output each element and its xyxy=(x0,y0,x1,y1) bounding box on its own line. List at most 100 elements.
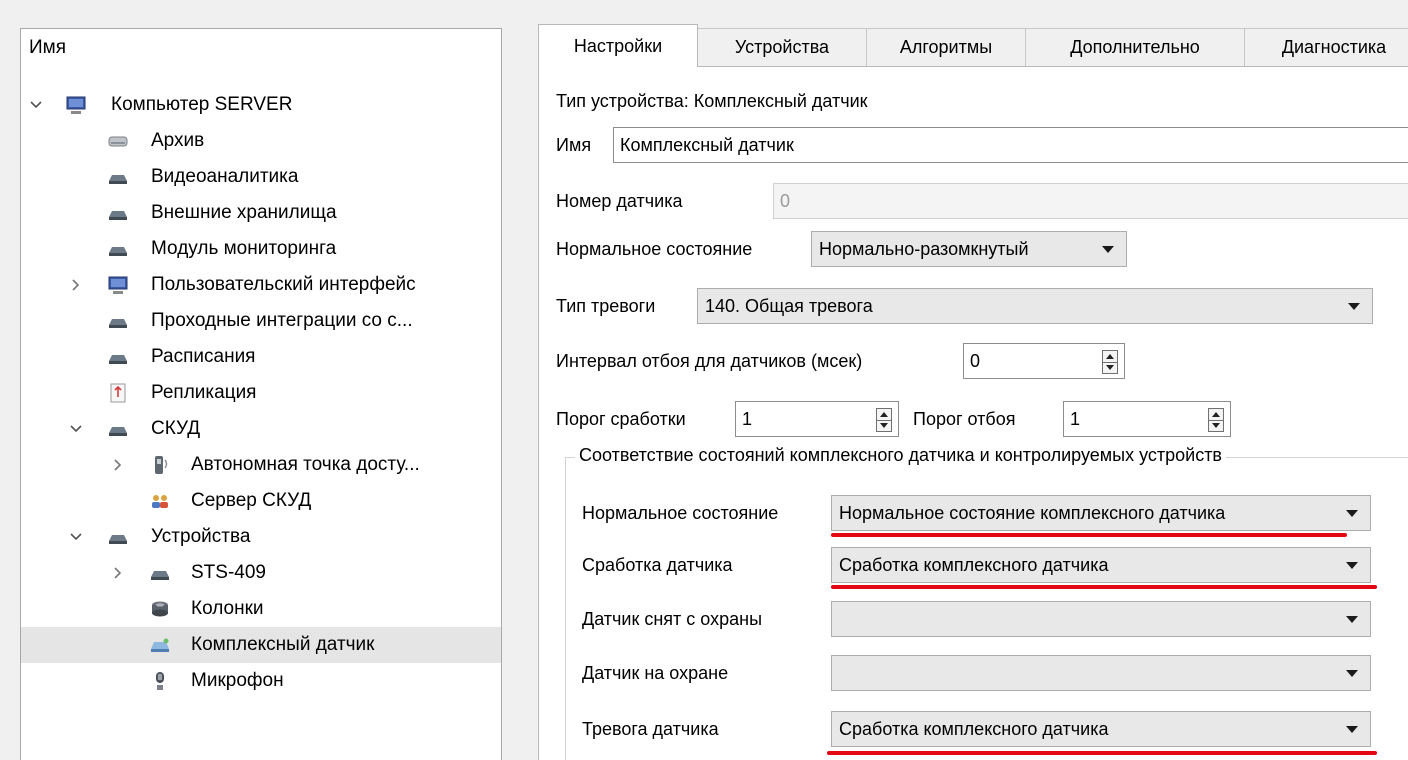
normal-state-label: Нормальное состояние xyxy=(556,239,753,259)
normal-state-value: Нормально-разомкнутый xyxy=(819,238,1029,259)
module-icon xyxy=(107,238,129,260)
mapping-normal-state-label: Нормальное состояние xyxy=(582,503,779,523)
tree-item-label: Пользовательский интерфейс xyxy=(151,274,416,295)
tree-item-label: Микрофон xyxy=(191,670,284,691)
state-mapping-title: Соответствие состояний комплексного датч… xyxy=(575,445,1226,466)
microphone-icon xyxy=(149,670,171,692)
tree-item-acs-server[interactable]: Сервер СКУД xyxy=(21,483,501,519)
alarm-type-dropdown[interactable]: 140. Общая тревога xyxy=(697,288,1373,324)
tree-item-replication[interactable]: Репликация xyxy=(21,375,501,411)
chevron-right-icon[interactable] xyxy=(65,274,87,296)
tree-item-archive[interactable]: Архив xyxy=(21,123,501,159)
tree-item-label: Проходные интеграции со с... xyxy=(151,310,413,331)
computer-icon xyxy=(65,94,87,116)
settings-tabs: Настройки Устройства Алгоритмы Дополните… xyxy=(538,24,1408,67)
tree-item-monitoring-module[interactable]: Модуль мониторинга xyxy=(21,231,501,267)
mapping-normal-state-dropdown[interactable]: Нормальное состояние комплексного датчик… xyxy=(831,495,1371,531)
tab-settings[interactable]: Настройки xyxy=(538,24,698,67)
tab-algorithms[interactable]: Алгоритмы xyxy=(866,28,1026,66)
tree-column-header: Имя xyxy=(29,37,67,58)
chevron-right-icon[interactable] xyxy=(107,562,129,584)
module-icon xyxy=(107,346,129,368)
tree-item-label: Модуль мониторинга xyxy=(151,238,337,259)
tree-item-speakers[interactable]: Колонки xyxy=(21,591,501,627)
reset-threshold-value: 1 xyxy=(1070,408,1081,429)
highlight-underline xyxy=(827,751,1377,755)
tree-item-label: Внешние хранилища xyxy=(151,202,337,223)
alarm-type-label: Тип тревоги xyxy=(556,296,656,316)
tree-item-external-storage[interactable]: Внешние хранилища xyxy=(21,195,501,231)
dropdown-arrow-icon xyxy=(1346,726,1358,733)
chevron-down-icon[interactable] xyxy=(25,94,47,116)
tree-item-microphone[interactable]: Микрофон xyxy=(21,663,501,699)
speaker-icon xyxy=(149,598,171,620)
module-icon xyxy=(107,310,129,332)
tree-item-schedules[interactable]: Расписания xyxy=(21,339,501,375)
spin-buttons-icon[interactable] xyxy=(1208,408,1224,432)
debounce-interval-spinbox[interactable]: 0 xyxy=(963,343,1125,379)
dropdown-arrow-icon xyxy=(1346,670,1358,677)
device-settings-panel: Настройки Устройства Алгоритмы Дополните… xyxy=(538,0,1408,760)
tree-item-video-analytics[interactable]: Видеоаналитика xyxy=(21,159,501,195)
dropdown-arrow-icon xyxy=(1346,616,1358,623)
dropdown-arrow-icon xyxy=(1102,246,1114,253)
mapping-sensor-trigger-value: Сработка комплексного датчика xyxy=(839,554,1109,575)
mapping-alarm-label: Тревога датчика xyxy=(582,719,719,739)
users-icon xyxy=(149,490,171,512)
tree-item-label: Автономная точка досту... xyxy=(191,454,420,475)
tree-item-user-interface[interactable]: Пользовательский интерфейс xyxy=(21,267,501,303)
tree-item-label: Компьютер SERVER xyxy=(111,94,293,115)
debounce-interval-value: 0 xyxy=(970,350,981,371)
mapping-armed-dropdown[interactable] xyxy=(831,655,1371,691)
spin-buttons-icon[interactable] xyxy=(876,408,892,432)
alarm-type-value: 140. Общая тревога xyxy=(705,295,873,316)
tab-diagnostics[interactable]: Диагностика xyxy=(1244,28,1408,66)
tree-item-label: Расписания xyxy=(151,346,256,367)
tree-item-label: Видеоаналитика xyxy=(151,166,299,187)
tree-item-label: Устройства xyxy=(151,526,251,547)
tab-devices[interactable]: Устройства xyxy=(697,28,867,66)
trigger-threshold-value: 1 xyxy=(742,408,753,429)
name-input[interactable]: Комплексный датчик xyxy=(613,127,1408,163)
reset-threshold-spinbox[interactable]: 1 xyxy=(1063,401,1231,437)
tab-advanced[interactable]: Дополнительно xyxy=(1025,28,1245,66)
mapping-disarmed-label: Датчик снят с охраны xyxy=(582,609,762,629)
trigger-threshold-spinbox[interactable]: 1 xyxy=(735,401,899,437)
settings-tab-content: Тип устройства: Комплексный датчик Имя К… xyxy=(538,66,1408,760)
tree-item-label: Сервер СКУД xyxy=(191,490,312,511)
mapping-normal-state-value: Нормальное состояние комплексного датчик… xyxy=(839,502,1226,523)
tree-item-label: Комплексный датчик xyxy=(191,634,375,655)
mapping-alarm-dropdown[interactable]: Сработка комплексного датчика xyxy=(831,711,1371,747)
trigger-threshold-label: Порог сработки xyxy=(556,409,686,429)
dropdown-arrow-icon xyxy=(1346,510,1358,517)
sensor-number-input: 0 xyxy=(773,183,1408,219)
chevron-down-icon[interactable] xyxy=(65,526,87,548)
spin-buttons-icon[interactable] xyxy=(1102,350,1118,374)
name-label: Имя xyxy=(556,135,592,155)
tree-item-label: Архив xyxy=(151,130,205,151)
module-icon xyxy=(149,562,171,584)
device-type-label: Тип устройства: Комплексный датчик xyxy=(556,91,868,111)
mapping-alarm-value: Сработка комплексного датчика xyxy=(839,718,1109,739)
tree-item-computer-server[interactable]: Компьютер SERVER xyxy=(21,87,501,123)
mapping-sensor-trigger-dropdown[interactable]: Сработка комплексного датчика xyxy=(831,547,1371,583)
module-icon xyxy=(107,202,129,224)
tree-item-acs[interactable]: СКУД xyxy=(21,411,501,447)
tree-item-pass-through-integrations[interactable]: Проходные интеграции со с... xyxy=(21,303,501,339)
tree-item-sts-409[interactable]: STS-409 xyxy=(21,555,501,591)
chevron-right-icon[interactable] xyxy=(107,454,129,476)
tree-item-label: Репликация xyxy=(151,382,257,403)
tree-item-label: СКУД xyxy=(151,418,201,439)
device-tree-panel[interactable]: Имя Компьютер SERVER Архив Видеоаналитик… xyxy=(20,28,502,760)
chevron-down-icon[interactable] xyxy=(65,418,87,440)
tree-item-complex-sensor[interactable]: Комплексный датчик xyxy=(21,627,501,663)
module-icon xyxy=(107,166,129,188)
tree-item-autonomous-access-point[interactable]: Автономная точка досту... xyxy=(21,447,501,483)
debounce-interval-label: Интервал отбоя для датчиков (мсек) xyxy=(556,351,863,371)
hdd-icon xyxy=(107,130,129,152)
mapping-disarmed-dropdown[interactable] xyxy=(831,601,1371,637)
highlight-underline xyxy=(831,533,1347,537)
tree-item-devices[interactable]: Устройства xyxy=(21,519,501,555)
replication-icon xyxy=(107,382,129,404)
normal-state-dropdown[interactable]: Нормально-разомкнутый xyxy=(811,231,1127,267)
